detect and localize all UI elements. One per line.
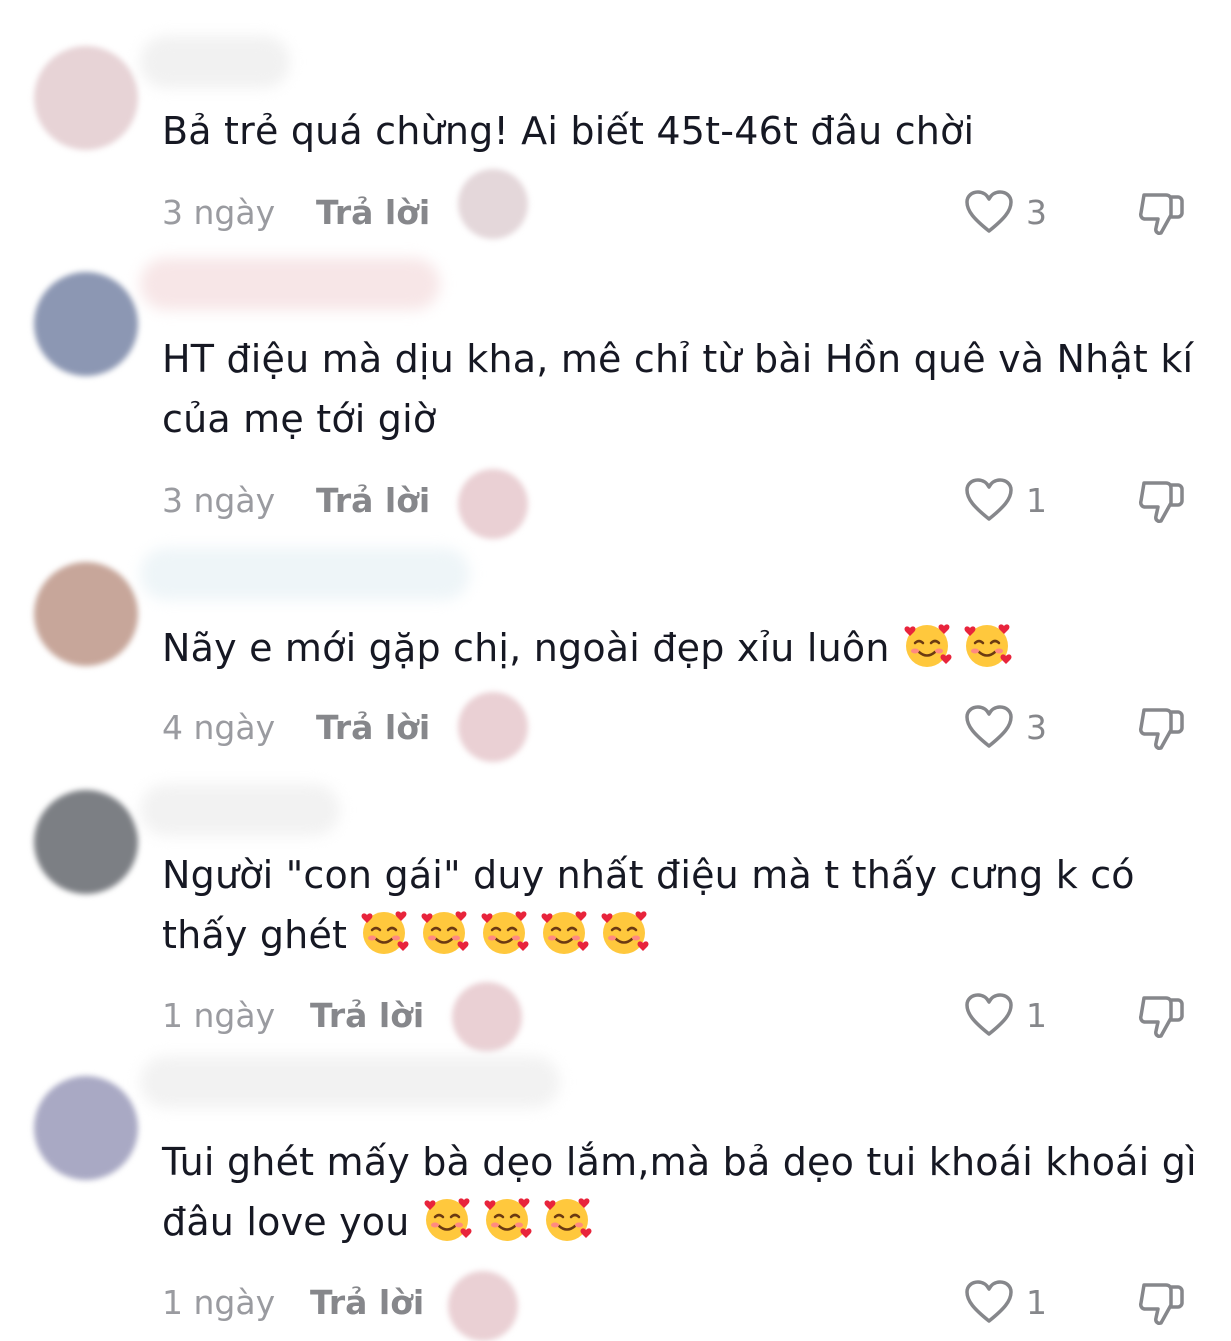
like-count: 3 — [1026, 708, 1047, 747]
thumbs-down-icon[interactable] — [1136, 704, 1186, 752]
smiling-face-with-hearts-emoji — [482, 1194, 532, 1244]
smiling-face-with-hearts-emoji — [419, 907, 469, 957]
thumbs-down-icon[interactable] — [1136, 189, 1186, 237]
reply-button[interactable]: Trả lời — [310, 996, 424, 1035]
comment-text: Tui ghét mấy bà dẹo lắm,mà bả dẹo tui kh… — [162, 1132, 1202, 1252]
creator-liked-avatar — [452, 982, 522, 1052]
smiling-face-with-hearts-emoji — [539, 907, 589, 957]
comment-text-content: HT điệu mà dịu kha, mê chỉ từ bài Hồn qu… — [162, 337, 1194, 441]
comment-time: 3 ngày — [162, 481, 276, 520]
smiling-face-with-hearts-emoji — [542, 1194, 592, 1244]
creator-liked-avatar — [458, 169, 528, 239]
reply-button[interactable]: Trả lời — [316, 708, 430, 747]
comment-meta: 3 ngày Trả lời 1 — [0, 469, 1231, 539]
emoji-row — [359, 913, 659, 957]
smiling-face-with-hearts-emoji — [359, 907, 409, 957]
username-blurred[interactable] — [140, 36, 290, 88]
comment-time: 4 ngày — [162, 708, 276, 747]
username-blurred[interactable] — [140, 1056, 560, 1108]
heart-outline-icon[interactable] — [964, 1279, 1014, 1325]
creator-liked-avatar — [458, 692, 528, 762]
reply-button[interactable]: Trả lời — [316, 193, 430, 232]
comment-text-content: Nãy e mới gặp chị, ngoài đẹp xỉu luôn — [162, 626, 890, 670]
comment-meta: 1 ngày Trả lời 1 — [0, 1271, 1231, 1341]
comment-meta: 1 ngày Trả lời 1 — [0, 982, 1231, 1052]
creator-liked-avatar — [458, 469, 528, 539]
creator-liked-avatar — [448, 1271, 518, 1341]
heart-outline-icon[interactable] — [964, 477, 1014, 523]
reply-button[interactable]: Trả lời — [316, 481, 430, 520]
emoji-row — [902, 626, 1022, 670]
comment-text: Người "con gái" duy nhất điệu mà t thấy … — [162, 845, 1202, 965]
smiling-face-with-hearts-emoji — [962, 620, 1012, 670]
like-count: 1 — [1026, 996, 1047, 1035]
comment-text-content: Bả trẻ quá chừng! Ai biết 45t-46t đâu ch… — [162, 109, 975, 153]
comment-meta: 3 ngày Trả lời 3 — [0, 169, 1231, 243]
heart-outline-icon[interactable] — [964, 704, 1014, 750]
smiling-face-with-hearts-emoji — [902, 620, 952, 670]
comment-text-content: Tui ghét mấy bà dẹo lắm,mà bả dẹo tui kh… — [162, 1140, 1197, 1244]
heart-outline-icon[interactable] — [964, 992, 1014, 1038]
heart-outline-icon[interactable] — [964, 189, 1014, 235]
avatar[interactable] — [34, 1076, 138, 1180]
comment-time: 3 ngày — [162, 193, 276, 232]
avatar[interactable] — [34, 46, 138, 150]
like-count: 1 — [1026, 481, 1047, 520]
username-blurred[interactable] — [140, 258, 440, 310]
reply-button[interactable]: Trả lời — [310, 1283, 424, 1322]
emoji-row — [422, 1200, 602, 1244]
comment-meta: 4 ngày Trả lời 3 — [0, 692, 1231, 762]
like-count: 3 — [1026, 193, 1047, 232]
avatar[interactable] — [34, 790, 138, 894]
comment-time: 1 ngày — [162, 996, 276, 1035]
like-count: 1 — [1026, 1283, 1047, 1322]
thumbs-down-icon[interactable] — [1136, 992, 1186, 1040]
smiling-face-with-hearts-emoji — [599, 907, 649, 957]
smiling-face-with-hearts-emoji — [422, 1194, 472, 1244]
smiling-face-with-hearts-emoji — [479, 907, 529, 957]
username-blurred[interactable] — [140, 784, 340, 836]
comment-time: 1 ngày — [162, 1283, 276, 1322]
avatar[interactable] — [34, 562, 138, 666]
comment-text: HT điệu mà dịu kha, mê chỉ từ bài Hồn qu… — [162, 329, 1202, 449]
thumbs-down-icon[interactable] — [1136, 1279, 1186, 1327]
username-blurred[interactable] — [140, 548, 470, 600]
avatar[interactable] — [34, 272, 138, 376]
comment-text: Bả trẻ quá chừng! Ai biết 45t-46t đâu ch… — [162, 101, 1202, 161]
thumbs-down-icon[interactable] — [1136, 477, 1186, 525]
comment-text: Nãy e mới gặp chị, ngoài đẹp xỉu luôn — [162, 618, 1202, 678]
